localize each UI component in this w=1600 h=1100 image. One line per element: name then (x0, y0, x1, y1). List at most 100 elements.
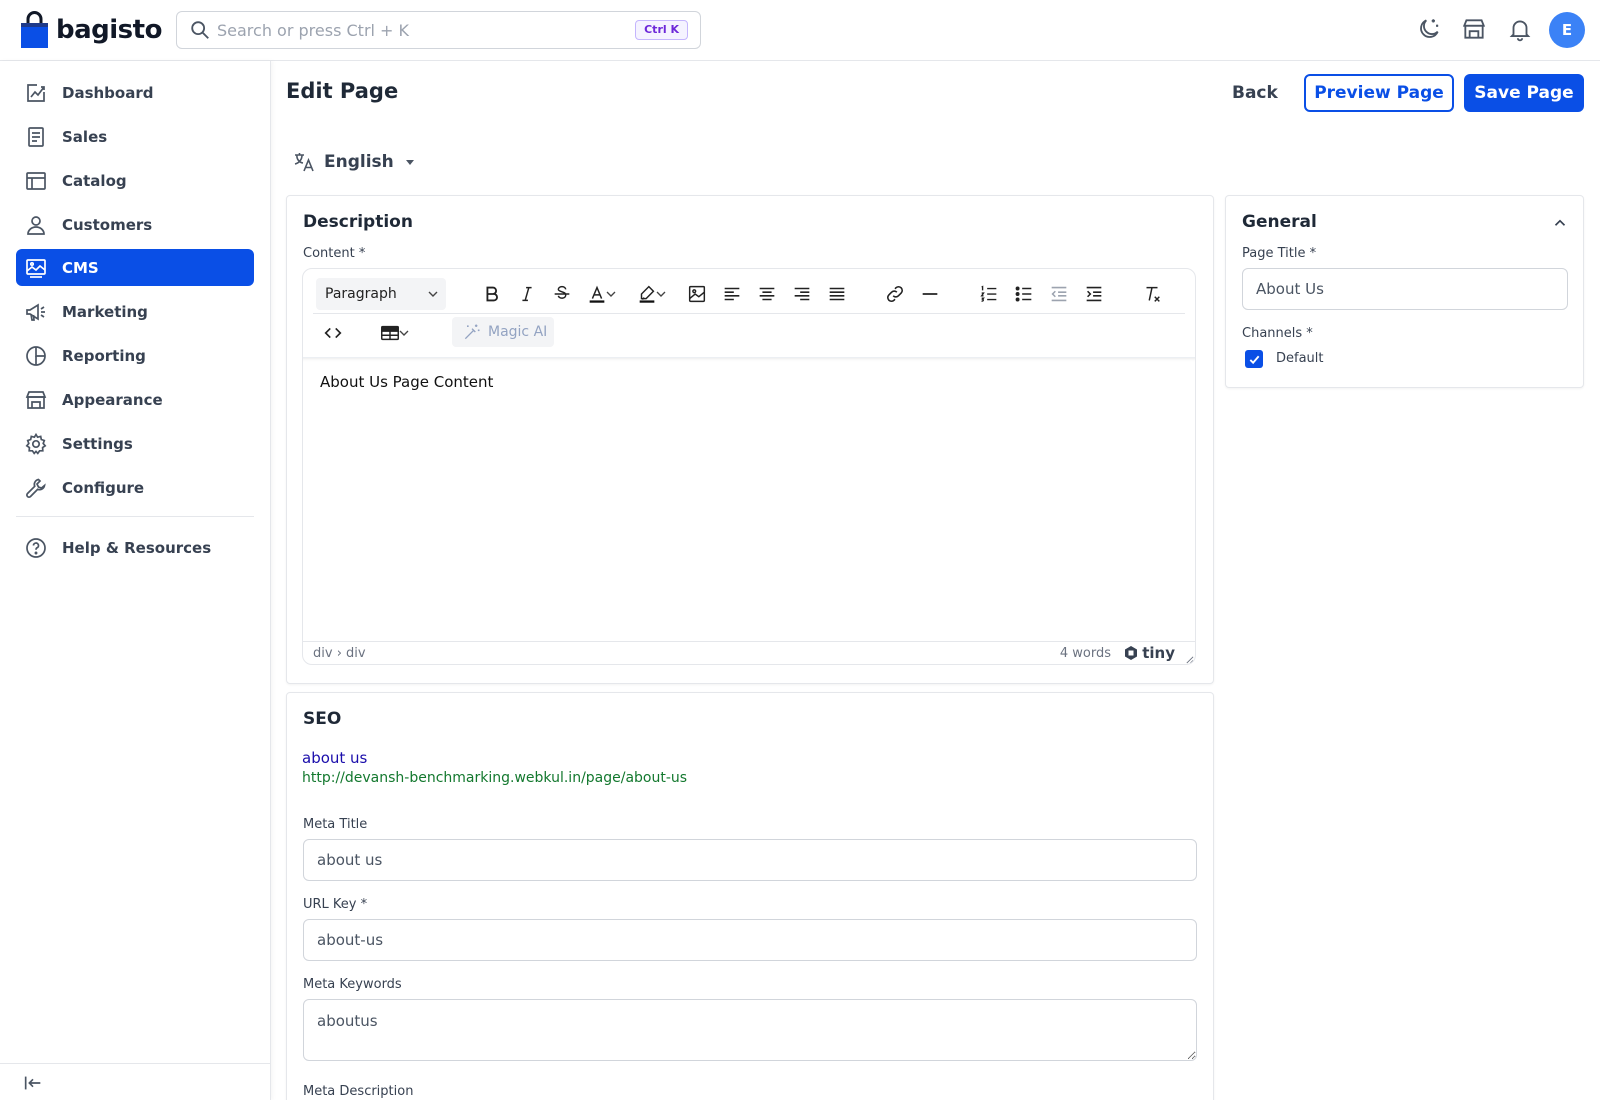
table-dropdown[interactable] (396, 317, 412, 349)
collapse-sidebar-icon[interactable] (22, 1072, 44, 1094)
indent-icon (1086, 286, 1102, 302)
strikethrough-icon (554, 285, 570, 299)
code-icon (324, 327, 342, 339)
chevron-up-icon[interactable] (1551, 214, 1569, 232)
insert-link-button[interactable] (879, 278, 911, 310)
source-code-button[interactable] (317, 317, 349, 349)
sidebar-item-configure[interactable]: Configure (16, 469, 254, 506)
element-path[interactable]: div › div (313, 646, 366, 661)
caret-down-icon (405, 160, 414, 165)
indent-button[interactable] (1078, 278, 1110, 310)
numbered-list-icon (980, 285, 997, 302)
outdent-icon (1051, 286, 1067, 302)
url-key-input[interactable] (303, 919, 1197, 961)
search-input[interactable] (217, 16, 617, 44)
sidebar-item-sales[interactable]: Sales (16, 118, 254, 155)
editor-content-area[interactable]: About Us Page Content (303, 357, 1195, 635)
outdent-button[interactable] (1043, 278, 1075, 310)
sidebar-item-cms[interactable]: CMS (16, 249, 254, 286)
general-title: General (1242, 212, 1317, 232)
locale-switcher[interactable]: English (292, 148, 416, 176)
sidebar-item-catalog[interactable]: Catalog (16, 162, 254, 199)
insert-image-button[interactable] (681, 278, 713, 310)
dark-mode-icon[interactable] (1416, 16, 1442, 42)
save-page-button[interactable]: Save Page (1464, 74, 1584, 112)
page-title-input[interactable] (1242, 268, 1568, 310)
sidebar-item-label: Appearance (62, 390, 163, 409)
magic-ai-button[interactable]: Magic AI (452, 317, 554, 347)
channel-default-checkbox[interactable] (1245, 350, 1263, 368)
preview-page-button[interactable]: Preview Page (1304, 74, 1454, 112)
shortcut-badge: Ctrl K (635, 20, 688, 40)
resize-handle-icon[interactable] (1185, 655, 1194, 664)
notification-bell-icon[interactable] (1507, 16, 1533, 42)
magic-wand-icon (464, 324, 480, 340)
translate-icon (294, 153, 314, 172)
description-panel: Description Content * Paragraph Magic AI… (286, 195, 1214, 684)
chevron-down-icon (399, 330, 409, 336)
text-color-dropdown[interactable] (603, 278, 619, 310)
avatar[interactable]: E (1549, 12, 1585, 48)
meta-keywords-input[interactable]: aboutus (303, 999, 1197, 1061)
align-left-button[interactable] (716, 278, 748, 310)
tiny-brand-text: tiny (1142, 644, 1175, 662)
channel-default-label: Default (1276, 351, 1324, 366)
align-justify-button[interactable] (821, 278, 853, 310)
seo-panel: SEO about us http://devansh-benchmarking… (286, 692, 1214, 1100)
sidebar-item-settings[interactable]: Settings (16, 425, 254, 462)
tiny-brand[interactable]: tiny (1123, 644, 1175, 662)
meta-keywords-label: Meta Keywords (303, 977, 402, 992)
sidebar-item-dashboard[interactable]: Dashboard (16, 74, 254, 111)
sidebar-item-help[interactable]: Help & Resources (16, 529, 254, 566)
word-count[interactable]: 4 words (1060, 646, 1111, 661)
strikethrough-button[interactable] (546, 278, 578, 310)
sidebar-item-label: Sales (62, 127, 108, 146)
logo[interactable]: bagisto (20, 10, 162, 50)
search-icon (191, 21, 209, 39)
highlight-color-dropdown[interactable] (653, 278, 669, 310)
seo-preview-url: http://devansh-benchmarking.webkul.in/pa… (302, 770, 688, 786)
back-button[interactable]: Back (1220, 74, 1290, 112)
cms-icon (26, 258, 46, 278)
meta-description-label: Meta Description (303, 1084, 414, 1099)
bullet-list-button[interactable] (1008, 278, 1040, 310)
bold-icon (486, 286, 498, 302)
clear-formatting-button[interactable] (1136, 278, 1168, 310)
align-right-icon (794, 287, 810, 301)
seo-preview-title: about us (302, 749, 368, 767)
sidebar: Dashboard Sales Catalog Customers CMS Ma… (0, 61, 271, 1100)
appearance-icon (25, 390, 47, 409)
meta-title-input[interactable] (303, 839, 1197, 881)
checkmark-icon (1249, 355, 1259, 364)
sidebar-item-reporting[interactable]: Reporting (16, 337, 254, 374)
numbered-list-button[interactable] (973, 278, 1005, 310)
content-label: Content * (303, 246, 366, 261)
url-key-label: URL Key * (303, 897, 368, 912)
horizontal-line-icon (922, 293, 938, 295)
image-icon (688, 285, 706, 303)
italic-button[interactable] (511, 278, 543, 310)
sidebar-item-customers[interactable]: Customers (16, 206, 254, 243)
align-center-button[interactable] (751, 278, 783, 310)
sidebar-item-label: Reporting (62, 346, 146, 365)
magic-ai-label: Magic AI (488, 324, 548, 340)
storefront-icon[interactable] (1461, 16, 1487, 42)
page-title: Edit Page (286, 79, 399, 103)
sidebar-item-label: Dashboard (62, 83, 154, 102)
sidebar-item-label: Help & Resources (62, 538, 212, 557)
sidebar-item-label: Configure (62, 478, 145, 497)
general-panel: General Page Title * Channels * Default (1225, 195, 1584, 388)
wrench-icon (26, 478, 46, 498)
block-format-select[interactable]: Paragraph (316, 278, 446, 310)
sidebar-item-marketing[interactable]: Marketing (16, 293, 254, 330)
locale-label: English (324, 152, 394, 172)
horizontal-rule-button[interactable] (914, 278, 946, 310)
meta-title-label: Meta Title (303, 817, 368, 832)
search-box[interactable]: Ctrl K (176, 11, 701, 49)
dashboard-icon (27, 83, 45, 102)
bold-button[interactable] (476, 278, 508, 310)
chevron-down-icon (428, 291, 438, 297)
sidebar-item-appearance[interactable]: Appearance (16, 381, 254, 418)
align-center-icon (759, 287, 775, 301)
align-right-button[interactable] (786, 278, 818, 310)
